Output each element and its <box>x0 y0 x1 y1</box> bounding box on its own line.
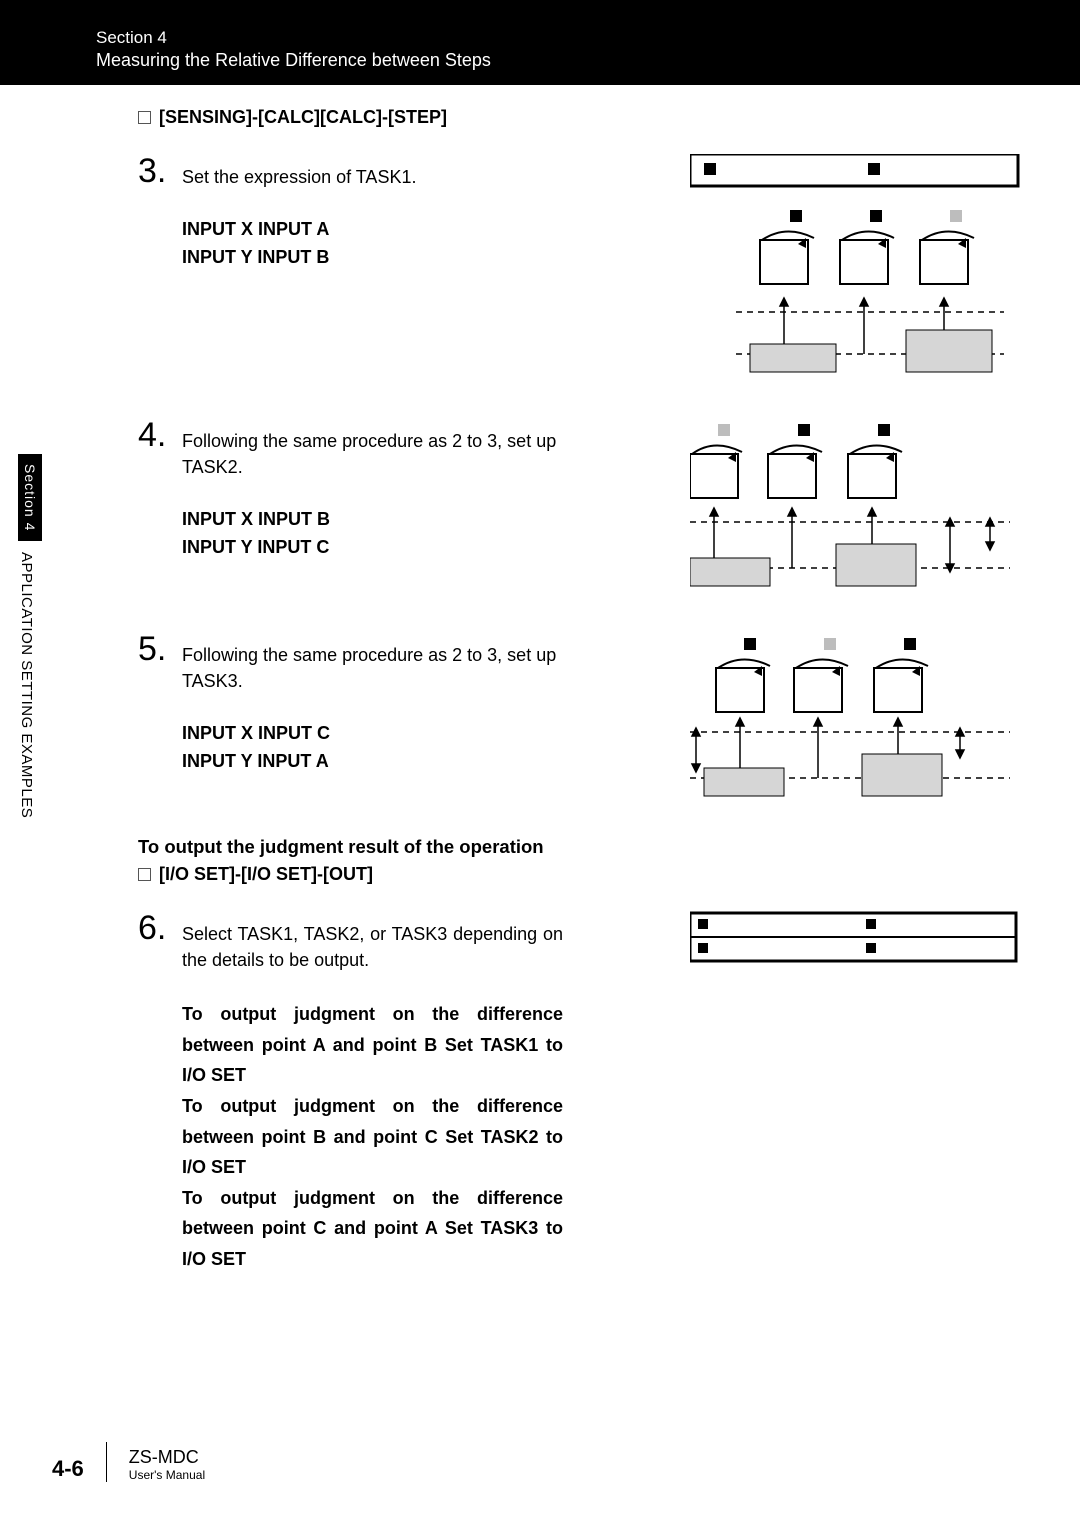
output-block: To output the judgment result of the ope… <box>138 836 1020 885</box>
step-3-figure <box>690 154 1020 384</box>
diagram-5-icon <box>690 632 1020 802</box>
step-5-text: Following the same procedure as 2 to 3, … <box>182 642 563 694</box>
diagram-6-icon <box>690 911 1020 971</box>
output-subheading: To output the judgment result of the ope… <box>138 836 1020 858</box>
step-5-bold-b: INPUT Y INPUT A <box>182 748 563 776</box>
footer-manual: User's Manual <box>129 1468 205 1482</box>
step-3-number: 3. <box>138 154 168 272</box>
footer-model: ZS-MDC <box>129 1447 205 1468</box>
step-3: 3. Set the expression of TASK1. INPUT X … <box>138 154 1020 384</box>
sidebar-label: APPLICATION SETTING EXAMPLES <box>18 552 35 818</box>
step-4-figure <box>690 418 1020 598</box>
step-3-bold-a: INPUT X INPUT A <box>182 216 563 244</box>
step-4-bold-a: INPUT X INPUT B <box>182 506 563 534</box>
nav-path-row-1: [SENSING]-[CALC][CALC]-[STEP] <box>138 107 1020 128</box>
step-6: 6. Select TASK1, TASK2, or TASK3 dependi… <box>138 911 1020 1275</box>
step-4-bold-b: INPUT Y INPUT C <box>182 534 563 562</box>
nav-path-row-2: [I/O SET]-[I/O SET]-[OUT] <box>138 864 1020 885</box>
page-header: Section 4 Measuring the Relative Differe… <box>0 0 1080 85</box>
header-title: Measuring the Relative Difference betwee… <box>96 50 1080 71</box>
step-6-figure <box>690 911 1020 971</box>
step-4-text: Following the same procedure as 2 to 3, … <box>182 428 563 480</box>
header-section-label: Section 4 <box>96 28 1080 48</box>
step-4: 4. Following the same procedure as 2 to … <box>138 418 1020 598</box>
output-line-1: To output judgment on the difference bet… <box>182 999 563 1091</box>
menu-box-icon <box>138 868 151 881</box>
step-5-number: 5. <box>138 632 168 776</box>
output-line-2: To output judgment on the difference bet… <box>182 1091 563 1183</box>
step-5-bold-a: INPUT X INPUT C <box>182 720 563 748</box>
step-4-number: 4. <box>138 418 168 562</box>
menu-box-icon <box>138 111 151 124</box>
step-5: 5. Following the same procedure as 2 to … <box>138 632 1020 802</box>
page-footer: 4-6 ZS-MDC User's Manual <box>52 1442 205 1482</box>
nav-path-2-text: [I/O SET]-[I/O SET]-[OUT] <box>159 864 373 885</box>
page-number: 4-6 <box>52 1456 84 1482</box>
step-5-figure <box>690 632 1020 802</box>
diagram-3-icon <box>690 154 1020 384</box>
diagram-4-icon <box>690 418 1020 598</box>
footer-divider <box>106 1442 107 1482</box>
output-line-3: To output judgment on the difference bet… <box>182 1183 563 1275</box>
step-3-text: Set the expression of TASK1. <box>182 164 563 190</box>
sidebar-section-tab: Section 4 <box>18 454 42 541</box>
nav-path-1-text: [SENSING]-[CALC][CALC]-[STEP] <box>159 107 447 128</box>
step-3-bold-b: INPUT Y INPUT B <box>182 244 563 272</box>
step-6-number: 6. <box>138 911 168 1275</box>
step-6-text: Select TASK1, TASK2, or TASK3 depending … <box>182 921 563 973</box>
